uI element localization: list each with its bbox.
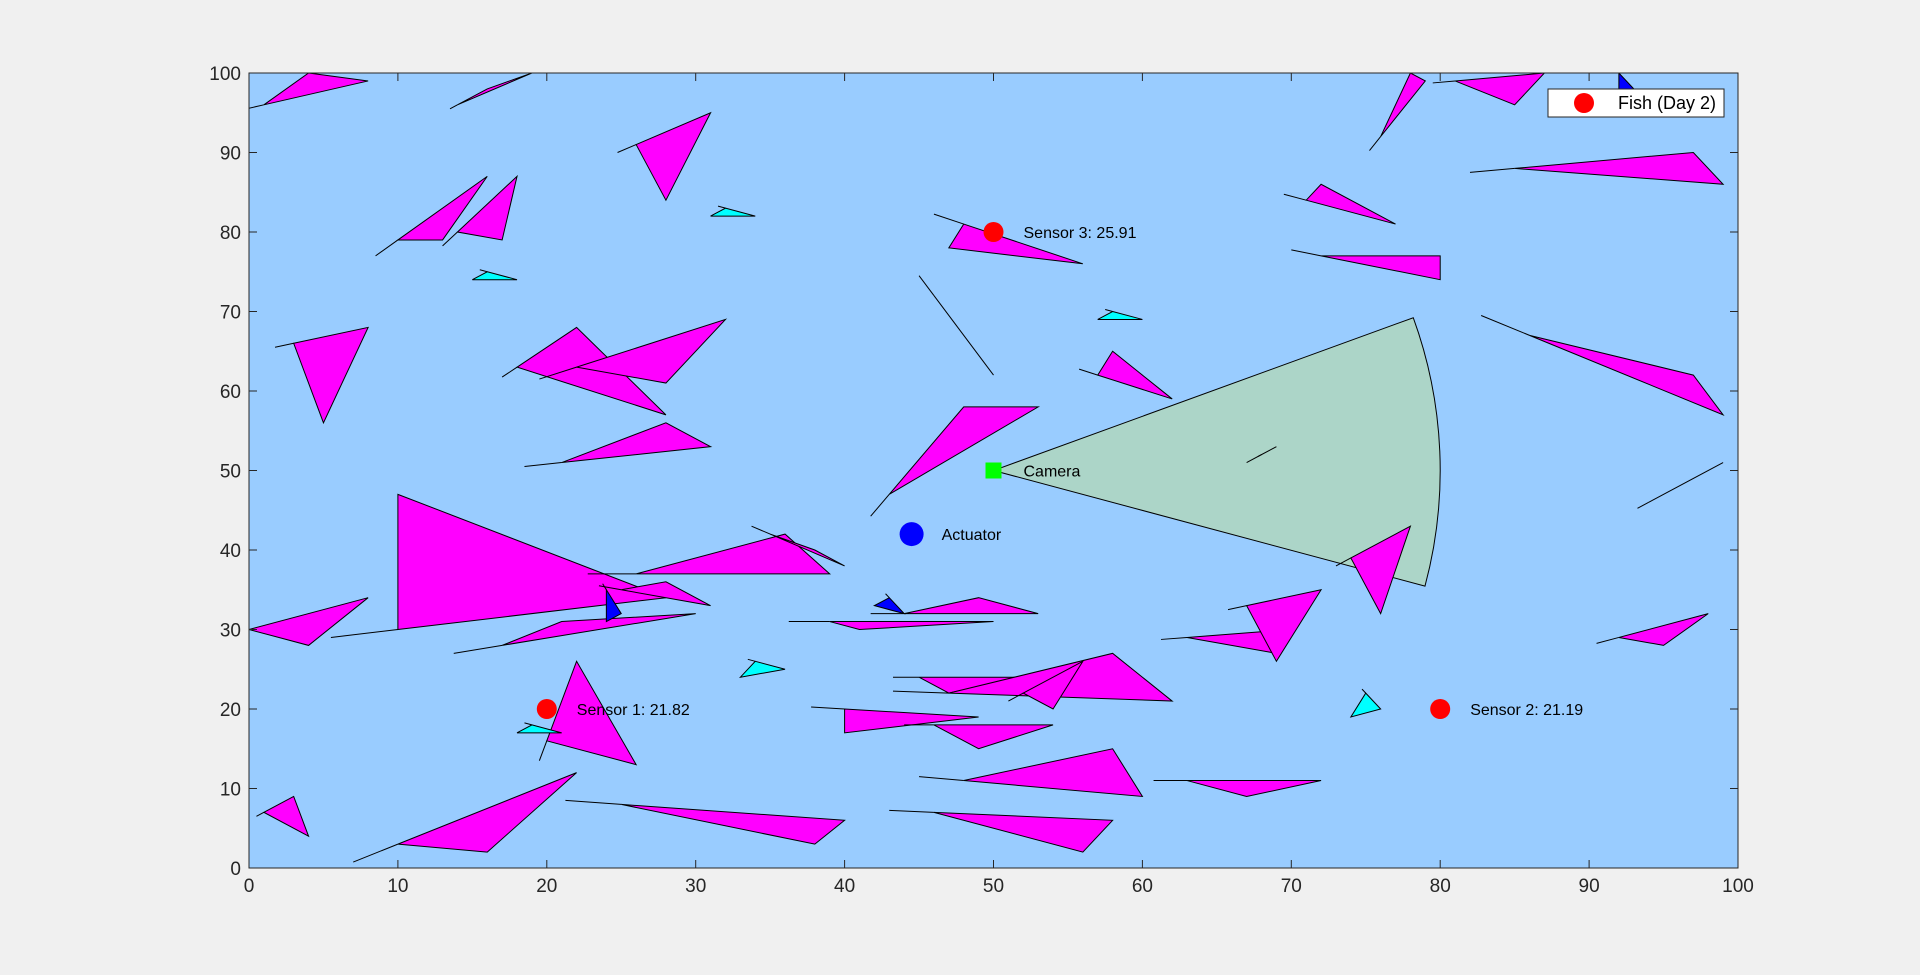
x-tick-label: 70 bbox=[1281, 876, 1302, 897]
x-tick-label: 0 bbox=[244, 876, 255, 897]
y-tick-label: 80 bbox=[220, 223, 241, 244]
y-tick-label: 40 bbox=[220, 541, 241, 562]
y-tick-label: 50 bbox=[220, 462, 241, 483]
x-tick-label: 80 bbox=[1430, 876, 1451, 897]
camera-marker bbox=[985, 462, 1002, 479]
x-tick-label: 100 bbox=[1722, 876, 1754, 897]
figure: 0 10 20 30 40 50 60 70 80 90 100 0 10 20 30 40 50 60 70 80 9… bbox=[209, 64, 1754, 897]
x-tick-label: 30 bbox=[685, 876, 706, 897]
y-tick-label: 90 bbox=[220, 144, 241, 165]
x-tick-label: 90 bbox=[1579, 876, 1600, 897]
y-tick-label: 70 bbox=[220, 303, 241, 324]
sensor-label: Sensor 3: 25.91 bbox=[1024, 225, 1137, 242]
camera-label: Camera bbox=[1024, 464, 1081, 481]
actuator-label: Actuator bbox=[942, 527, 1002, 544]
sensor-marker bbox=[536, 699, 557, 719]
y-tick-label: 0 bbox=[230, 859, 241, 880]
sensor-marker bbox=[1430, 699, 1451, 719]
x-tick-label: 50 bbox=[983, 876, 1004, 897]
y-tick-label: 60 bbox=[220, 382, 241, 403]
y-tick-label: 10 bbox=[220, 780, 241, 801]
y-tick-label: 30 bbox=[220, 621, 241, 642]
sensor-label: Sensor 1: 21.82 bbox=[577, 702, 690, 719]
fish-dark-tail bbox=[1618, 73, 1619, 74]
sensor-label: Sensor 2: 21.19 bbox=[1470, 702, 1583, 719]
legend[interactable]: Fish (Day 2) bbox=[1547, 88, 1725, 118]
x-tick-label: 20 bbox=[536, 876, 557, 897]
x-tick-label: 10 bbox=[387, 876, 408, 897]
y-tick-label: 20 bbox=[220, 700, 241, 721]
x-tick-label: 40 bbox=[834, 876, 855, 897]
y-tick-label: 100 bbox=[209, 64, 241, 85]
x-tick-label: 60 bbox=[1132, 876, 1153, 897]
legend-marker bbox=[1574, 93, 1594, 113]
actuator-marker bbox=[899, 522, 924, 547]
sensor-marker bbox=[983, 222, 1004, 242]
legend-label: Fish (Day 2) bbox=[1618, 93, 1716, 113]
